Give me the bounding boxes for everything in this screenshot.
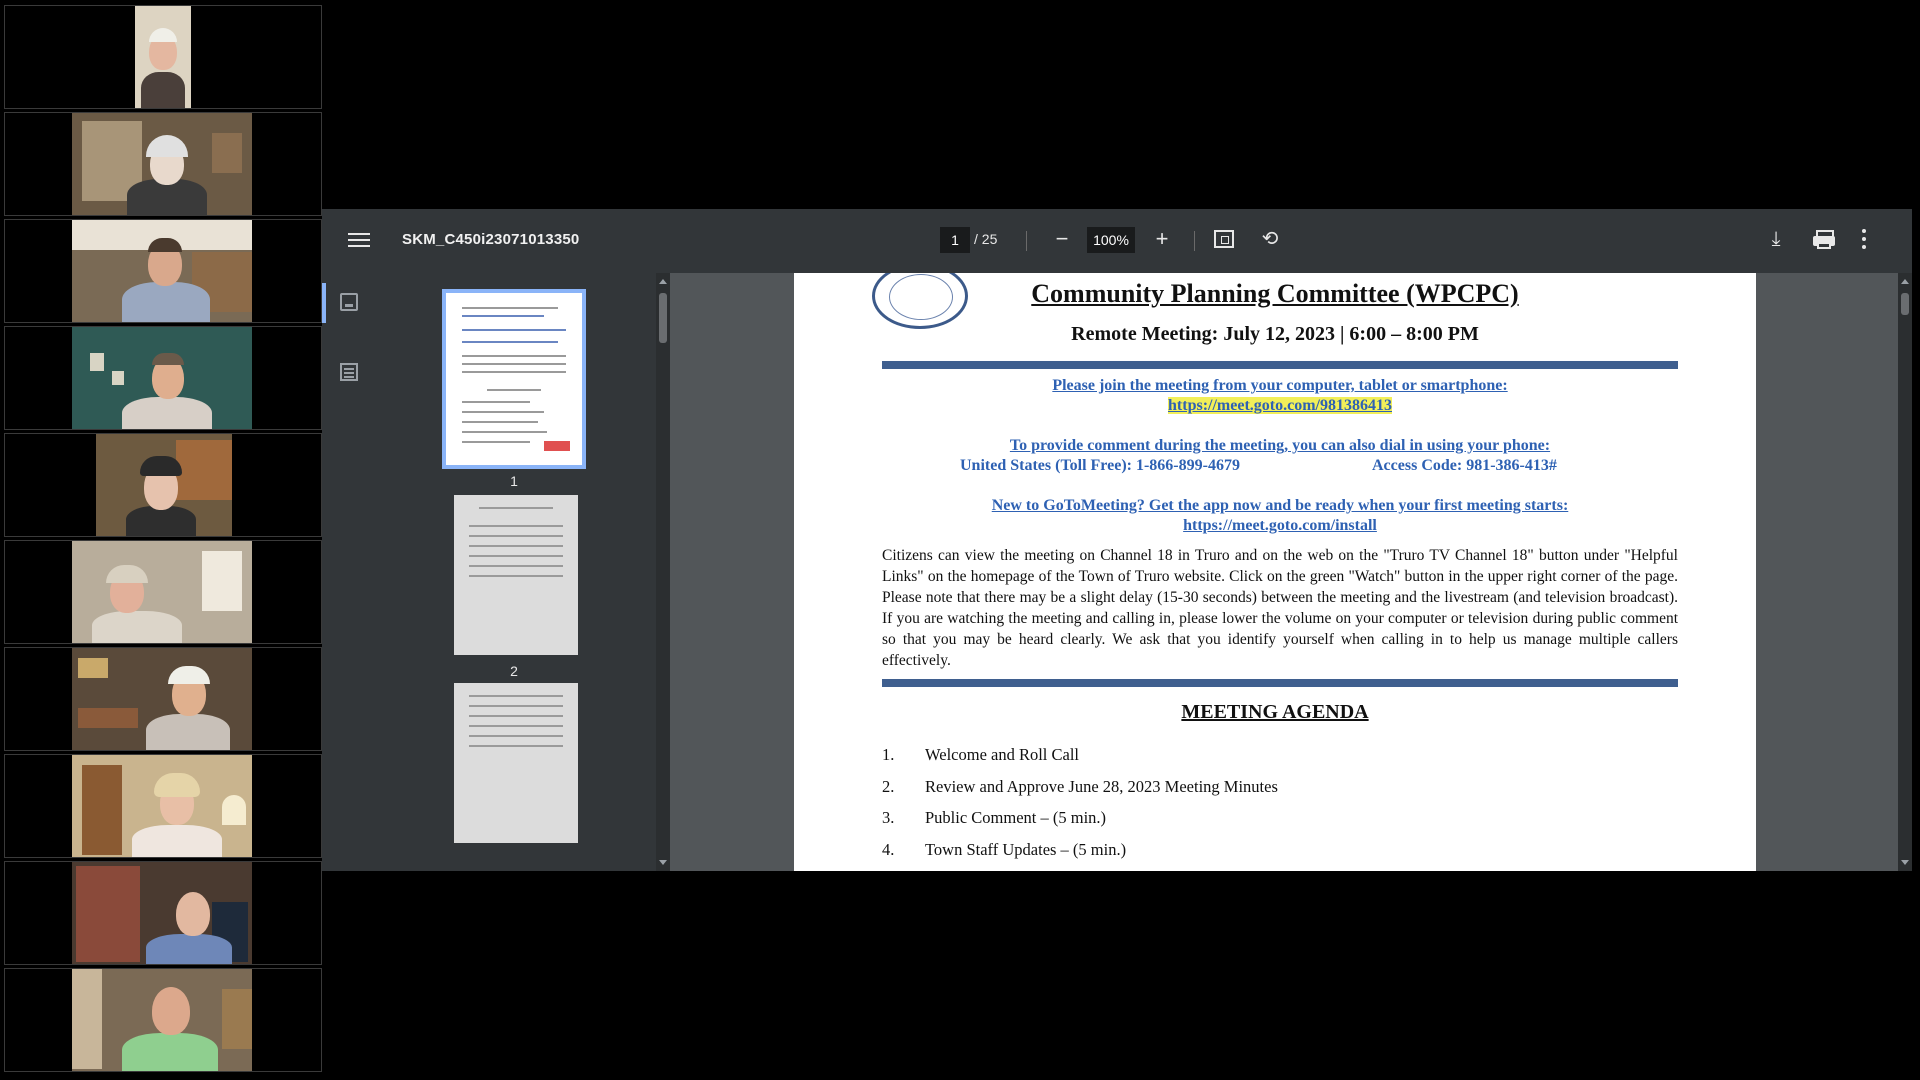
thumbnail-pane: 1 2 (376, 273, 656, 871)
page-thumbnail-3[interactable] (454, 683, 578, 843)
dial-number: United States (Toll Free): 1-866-899-467… (960, 457, 1240, 474)
scroll-thumb[interactable] (1901, 293, 1909, 315)
video-feed (72, 220, 252, 322)
join-url-line: https://meet.goto.com/981386413 (882, 397, 1678, 415)
video-feed (96, 434, 232, 536)
scroll-up-icon[interactable] (1901, 279, 1909, 284)
divider-bar (882, 679, 1678, 687)
toolbar-divider (1194, 231, 1195, 251)
participant-tile[interactable] (4, 540, 322, 644)
zoom-in-button[interactable]: + (1148, 225, 1176, 253)
viewing-instructions: Citizens can view the meeting on Channel… (882, 547, 1678, 669)
page-thumbnail-1[interactable] (442, 289, 586, 469)
video-feed (72, 113, 252, 215)
agenda-item: 3. Public Comment – (5 min.) (882, 808, 1107, 827)
thumbnails-icon[interactable] (340, 293, 358, 311)
meeting-subtitle: Remote Meeting: July 12, 2023 | 6:00 – 8… (1071, 323, 1479, 345)
join-url[interactable]: https://meet.goto.com/981386413 (1168, 397, 1392, 414)
access-code: Access Code: 981-386-413# (1372, 457, 1557, 474)
join-instructions: Please join the meeting from your comput… (1052, 377, 1508, 394)
agenda-item: 4. Town Staff Updates – (5 min.) (882, 839, 1127, 859)
agenda-item: 2. Review and Approve June 28, 2023 Meeti… (882, 776, 1278, 796)
scroll-down-icon[interactable] (1901, 860, 1909, 865)
toolbar-divider (1026, 231, 1027, 251)
participant-tile[interactable] (4, 968, 322, 1072)
committee-title: Community Planning Committee (WPCPC) (1031, 279, 1519, 308)
pdf-page: Community Planning Committee (WPCPC) Rem… (794, 273, 1756, 871)
dial-instructions: To provide comment during the meeting, y… (1009, 437, 1551, 454)
participant-tile[interactable] (4, 861, 322, 965)
more-options-icon[interactable] (1856, 225, 1872, 253)
divider-bar (882, 361, 1678, 369)
page-thumbnail-2[interactable] (454, 495, 578, 655)
document-title: SKM_C450i23071013350 (402, 231, 580, 248)
participant-tile[interactable] (4, 219, 322, 323)
menu-icon[interactable] (348, 229, 370, 251)
page-total: / 25 (974, 231, 998, 247)
sidebar-rail (322, 273, 376, 871)
zoom-out-button[interactable]: − (1048, 225, 1076, 253)
thumbnail-label: 1 (510, 473, 518, 489)
new-user-instructions: New to GoToMeeting? Get the app now and … (991, 497, 1569, 514)
video-feed (72, 969, 252, 1071)
download-icon[interactable]: ⤓ (1762, 225, 1790, 253)
participant-tile[interactable] (4, 647, 322, 751)
install-url[interactable]: https://meet.goto.com/install (882, 517, 1678, 535)
video-feed (72, 541, 252, 643)
participant-tile[interactable] (4, 326, 322, 430)
participant-strip (4, 5, 322, 1075)
participant-tile[interactable] (4, 754, 322, 858)
participant-tile[interactable] (4, 433, 322, 537)
video-feed (135, 6, 191, 108)
rotate-icon[interactable]: ⟲ (1256, 225, 1284, 253)
agenda-list: 1. Welcome and Roll Call 2. Review and App… (882, 745, 1678, 871)
active-indicator (322, 283, 326, 323)
video-feed (72, 648, 252, 750)
video-feed (72, 327, 252, 429)
participant-tile[interactable] (4, 5, 322, 109)
scroll-up-icon[interactable] (659, 279, 667, 284)
document-scrollbar[interactable] (1898, 273, 1912, 871)
thumbnail-scrollbar[interactable] (656, 273, 670, 871)
document-area: Community Planning Committee (WPCPC) Rem… (670, 273, 1898, 871)
scroll-thumb[interactable] (659, 293, 667, 343)
video-feed (72, 755, 252, 857)
participant-tile[interactable] (4, 112, 322, 216)
agenda-item: 1. Welcome and Roll Call (882, 745, 1080, 764)
agenda-title: MEETING AGENDA (1181, 701, 1369, 723)
print-icon[interactable] (1810, 225, 1838, 253)
thumbnail-label: 2 (510, 663, 518, 679)
fit-page-icon[interactable] (1214, 230, 1234, 248)
scroll-down-icon[interactable] (659, 860, 667, 865)
outline-icon[interactable] (340, 363, 358, 381)
pdf-viewer: SKM_C450i23071013350 1 / 25 − 100% + ⟲ ⤓ (322, 209, 1912, 871)
video-feed (72, 862, 252, 964)
zoom-level-input[interactable]: 100% (1087, 227, 1135, 253)
page-number-input[interactable]: 1 (940, 227, 970, 253)
pdf-toolbar: SKM_C450i23071013350 1 / 25 − 100% + ⟲ ⤓ (322, 209, 1912, 273)
